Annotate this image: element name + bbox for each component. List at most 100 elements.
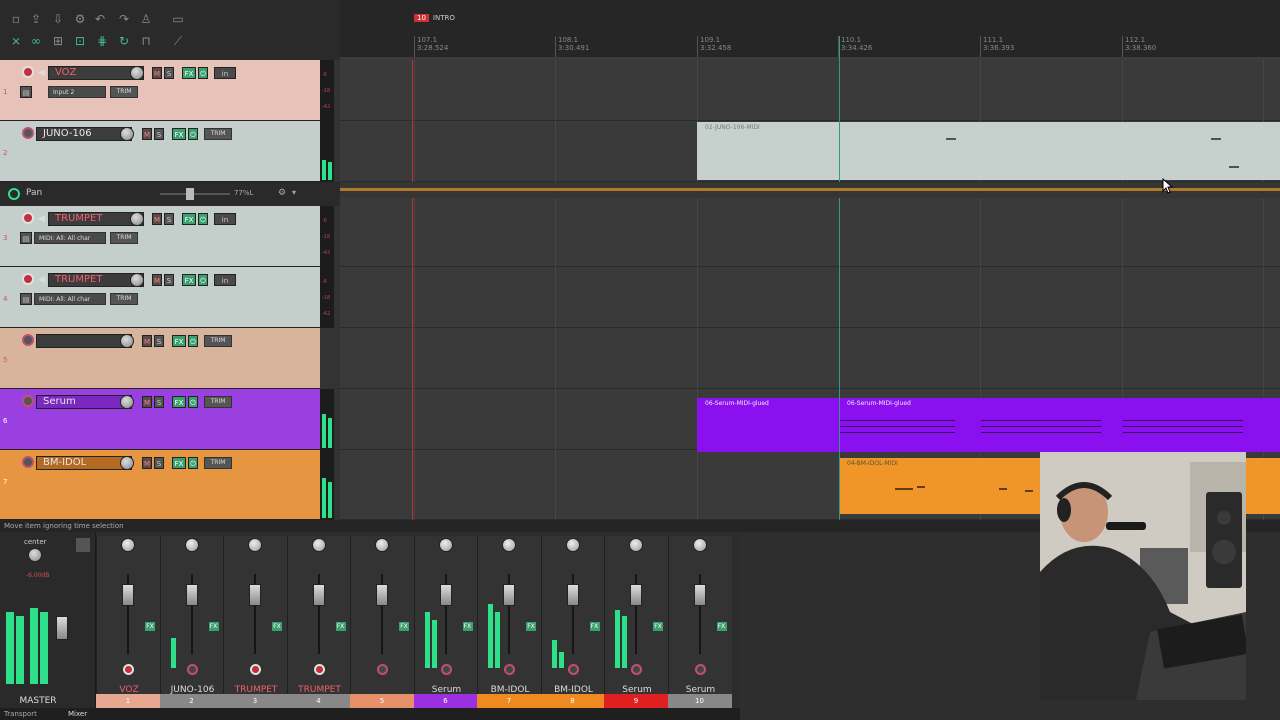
solo-button[interactable]: S	[164, 274, 174, 286]
fx-button[interactable]: FX	[335, 622, 346, 631]
track-name[interactable]: Serum	[36, 395, 132, 409]
chevron-down-icon[interactable]: ▾	[292, 188, 296, 197]
ripple-icon[interactable]: ⟋	[170, 34, 186, 48]
volume-knob[interactable]	[120, 456, 134, 470]
track-name[interactable]: JUNO-106	[36, 127, 132, 141]
speaker-icon[interactable]: ◀	[38, 214, 48, 224]
io-button[interactable]: in	[214, 213, 236, 225]
mixer-strip[interactable]: FX	[350, 536, 414, 704]
grid-snap-icon[interactable]: ⨯	[8, 34, 24, 48]
record-arm-button[interactable]	[22, 456, 34, 468]
mute-button[interactable]: M	[152, 213, 162, 225]
io-button[interactable]: in	[214, 67, 236, 79]
envelope-lane-header[interactable]: Pan 77%L ⚙ ▾	[0, 182, 340, 206]
fx-bypass-button[interactable]: ⏻	[188, 335, 198, 347]
fx-bypass-button[interactable]: ⏻	[198, 274, 208, 286]
track-lane-5[interactable]	[340, 328, 1280, 389]
pan-knob[interactable]	[184, 538, 199, 552]
solo-button[interactable]: S	[164, 67, 174, 79]
volume-knob[interactable]	[120, 395, 134, 409]
fx-bypass-button[interactable]: ⏻	[188, 396, 198, 408]
master-fader[interactable]	[56, 616, 68, 640]
link-icon[interactable]: ∞	[28, 34, 44, 48]
fx-button[interactable]: FX	[462, 622, 473, 631]
grid-lines-icon[interactable]: ⋕	[94, 34, 110, 48]
metronome-icon[interactable]: ♙	[138, 12, 154, 26]
master-pan-knob[interactable]	[28, 548, 42, 562]
pan-knob[interactable]	[248, 538, 262, 552]
arrange-view[interactable]: 02-JUNO-106-MIDI 06-Serum-MIDI-glued 06-…	[340, 36, 1280, 520]
record-arm-button[interactable]	[313, 664, 325, 675]
record-arm-button[interactable]	[440, 664, 452, 675]
pan-knob[interactable]	[502, 538, 516, 552]
fx-button[interactable]: FX	[272, 622, 282, 631]
solo-button[interactable]: S	[154, 335, 164, 347]
record-arm-button[interactable]	[567, 664, 579, 675]
mixer-menu-button[interactable]	[76, 538, 90, 552]
mixer-strip[interactable]: FX TRUMPET	[286, 536, 351, 704]
mute-button[interactable]: M	[142, 335, 152, 347]
track-header-3[interactable]: 3 ◀ TRUMPET M S FX ⏻ in ▤ MIDI: All: All…	[0, 206, 320, 267]
region-marker[interactable]: 10 INTRO	[414, 14, 455, 24]
mute-button[interactable]: M	[142, 457, 152, 469]
record-arm-button[interactable]	[186, 664, 198, 675]
mixer-strip[interactable]: FX BM-IDOL	[477, 536, 541, 704]
track-name[interactable]: BM-IDOL	[36, 456, 132, 470]
pan-knob[interactable]	[629, 538, 643, 552]
trim-button[interactable]: TRIM	[110, 293, 138, 305]
envelope-bypass-icon[interactable]	[8, 188, 20, 200]
volume-knob[interactable]	[120, 127, 134, 141]
mixer-strip[interactable]: FX JUNO-106	[159, 536, 224, 704]
save-project-icon[interactable]: ⇩	[50, 12, 66, 26]
mixer-strip[interactable]: FX BM-IDOL	[540, 536, 605, 704]
volume-fader[interactable]	[566, 584, 579, 606]
input-select[interactable]: Input 2	[48, 86, 106, 98]
track-header-7[interactable]: 7 BM-IDOL M S FX ⏻ TRIM	[0, 450, 320, 520]
record-arm-button[interactable]	[631, 664, 642, 675]
pan-knob[interactable]	[121, 538, 135, 552]
input-select[interactable]: MIDI: All: All char	[34, 293, 106, 305]
trim-button[interactable]: TRIM	[110, 232, 138, 244]
fx-button[interactable]: FX	[182, 67, 196, 79]
record-arm-button[interactable]	[22, 212, 34, 224]
record-arm-button[interactable]	[123, 664, 134, 675]
record-arm-button[interactable]	[22, 127, 34, 139]
undo-icon[interactable]: ↶	[92, 12, 108, 26]
new-project-icon[interactable]: ▫	[8, 12, 24, 26]
track-header-4[interactable]: 4 ◀ TRUMPET M S FX ⏻ in ▤ MIDI: All: All…	[0, 267, 320, 328]
record-arm-button[interactable]	[22, 273, 34, 285]
record-arm-button[interactable]	[694, 664, 706, 675]
window-icon[interactable]: ▭	[170, 12, 186, 26]
fx-button[interactable]: FX	[145, 622, 155, 631]
fx-bypass-button[interactable]: ⏻	[188, 457, 198, 469]
fx-button[interactable]: FX	[182, 274, 196, 286]
volume-fader[interactable]	[630, 584, 642, 606]
fx-button[interactable]: FX	[182, 213, 196, 225]
trim-button[interactable]: TRIM	[204, 335, 232, 347]
volume-fader[interactable]	[122, 584, 134, 606]
volume-knob[interactable]	[130, 66, 144, 80]
trim-button[interactable]: TRIM	[110, 86, 138, 98]
fx-button[interactable]: FX	[208, 622, 219, 631]
mute-button[interactable]: M	[142, 128, 152, 140]
track-header-5[interactable]: 5 M S FX ⏻ TRIM	[0, 328, 320, 389]
pan-knob[interactable]	[692, 538, 707, 552]
gear-icon[interactable]: ⚙	[278, 188, 286, 198]
record-arm-button[interactable]	[250, 664, 261, 675]
record-arm-button[interactable]	[504, 664, 515, 675]
volume-knob[interactable]	[130, 212, 144, 226]
solo-button[interactable]: S	[164, 213, 174, 225]
mute-button[interactable]: M	[152, 67, 162, 79]
midi-item-serum-a[interactable]: 06-Serum-MIDI-glued	[697, 398, 839, 452]
volume-fader[interactable]	[376, 584, 388, 606]
snap-icon[interactable]: ⊡	[72, 34, 88, 48]
fx-button[interactable]: FX	[172, 128, 186, 140]
loop-icon[interactable]: ↻	[116, 34, 132, 48]
volume-knob[interactable]	[120, 334, 134, 348]
record-arm-button[interactable]	[22, 334, 34, 346]
midi-item-juno[interactable]: 02-JUNO-106-MIDI	[697, 122, 1280, 180]
volume-fader[interactable]	[503, 584, 515, 606]
volume-fader[interactable]	[693, 584, 706, 606]
pan-knob[interactable]	[375, 538, 389, 552]
envelope-slider[interactable]	[160, 193, 230, 195]
